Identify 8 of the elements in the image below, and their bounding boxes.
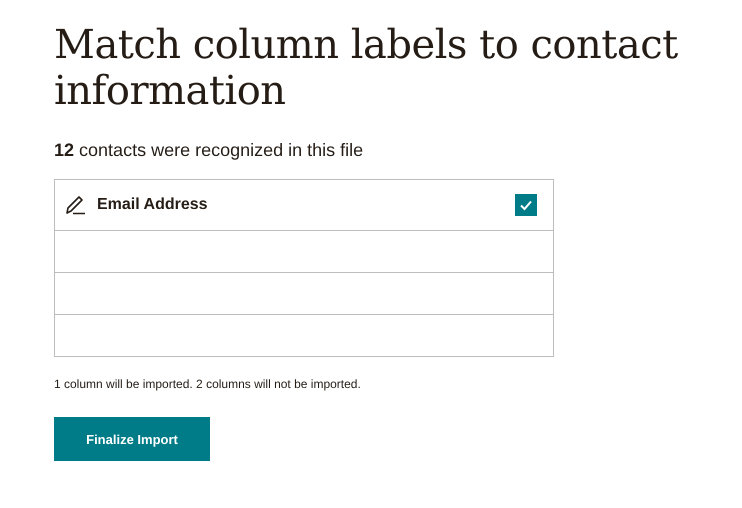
import-note: 1 column will be imported. 2 columns will not be imported. xyxy=(54,377,361,391)
checkbox[interactable] xyxy=(515,194,537,216)
summary-text: 12 contacts were recognized in this file xyxy=(54,140,364,161)
page-heading: Match column labels to contact information xyxy=(54,22,679,114)
pencil-icon[interactable] xyxy=(65,194,87,216)
checkmark-icon xyxy=(519,198,533,212)
column-label: Email Address xyxy=(97,196,209,214)
finalize-button[interactable]: Finalize Import xyxy=(54,417,210,461)
